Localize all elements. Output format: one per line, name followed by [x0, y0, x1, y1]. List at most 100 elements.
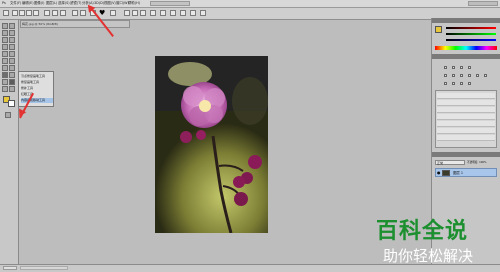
zoom-tool-icon[interactable] — [9, 86, 15, 92]
option-icon[interactable] — [170, 10, 176, 16]
adjustment-icon[interactable] — [444, 82, 447, 85]
history-brush-tool-icon[interactable] — [9, 51, 15, 57]
visibility-eye-icon[interactable]: ● — [437, 170, 441, 175]
menu-image[interactable]: 图像(I) — [34, 1, 44, 6]
panel-header-adjustments[interactable] — [432, 54, 500, 59]
preset-row[interactable] — [437, 100, 495, 106]
adjustment-icon[interactable] — [468, 66, 471, 69]
menu-layer[interactable]: 图层(L) — [46, 1, 57, 6]
option-icon[interactable] — [52, 10, 58, 16]
red-slider[interactable] — [446, 27, 496, 29]
option-icon[interactable] — [160, 10, 166, 16]
preset-row[interactable] — [437, 128, 495, 134]
document-tab[interactable]: 梅花.jpg @ 50% (RGB/8) — [20, 20, 130, 28]
zoom-field[interactable] — [3, 266, 17, 270]
blend-mode-value: 正常 — [437, 161, 444, 165]
eyedropper-tool-icon[interactable] — [9, 37, 15, 43]
preset-row[interactable] — [437, 93, 495, 99]
menu-file[interactable]: 文件(F) — [10, 1, 21, 6]
blend-mode-select[interactable]: 正常 — [435, 160, 465, 165]
adjustment-icon[interactable] — [460, 82, 463, 85]
brush-tool-icon[interactable] — [9, 44, 15, 50]
adjustment-icon[interactable] — [444, 74, 447, 77]
watermark-title: 百科全说 — [376, 219, 469, 244]
menu-window[interactable]: 窗口(W) — [116, 1, 129, 6]
marquee-tool-icon[interactable] — [9, 23, 15, 29]
panel-header-layers[interactable] — [432, 152, 500, 157]
preset-row[interactable] — [437, 107, 495, 113]
adjustment-icon[interactable] — [452, 66, 455, 69]
eraser-tool-icon[interactable] — [2, 58, 8, 64]
adjustment-icon[interactable] — [444, 66, 447, 69]
option-icon[interactable] — [190, 10, 196, 16]
tools-panel — [0, 20, 19, 271]
flyout-item[interactable]: 修补工具 — [21, 86, 53, 91]
color-ramp[interactable] — [435, 46, 497, 50]
intersect-selection-icon[interactable] — [33, 10, 39, 16]
path-select-tool-icon[interactable] — [2, 79, 8, 85]
adjustment-icon[interactable] — [476, 74, 479, 77]
option-icon[interactable] — [80, 10, 86, 16]
add-selection-icon[interactable] — [19, 10, 25, 16]
flyout-item[interactable]: 红眼工具 — [21, 92, 53, 97]
menu-filter[interactable]: 滤镜(T) — [70, 1, 82, 6]
crop-tool-icon[interactable] — [2, 37, 8, 43]
ps-logo[interactable]: Ps — [2, 1, 6, 6]
option-icon[interactable] — [200, 10, 206, 16]
option-icon[interactable] — [132, 10, 138, 16]
pen-tool-icon[interactable] — [2, 72, 8, 78]
flyout-item[interactable]: 修复画笔工具 — [21, 80, 53, 85]
clone-stamp-tool-icon[interactable] — [2, 51, 8, 57]
subtract-selection-icon[interactable] — [26, 10, 32, 16]
preset-row[interactable] — [437, 135, 495, 141]
workspace-controls[interactable] — [150, 1, 190, 6]
move-tool-icon[interactable] — [2, 23, 8, 29]
menu-view[interactable]: 视图(V) — [104, 1, 116, 6]
healing-brush-tool-icon[interactable] — [2, 44, 8, 50]
adjustment-icon[interactable] — [452, 74, 455, 77]
option-icon[interactable] — [140, 10, 146, 16]
menu-select[interactable]: 选择(S) — [58, 1, 70, 6]
panel-header-color[interactable] — [432, 18, 500, 23]
green-slider[interactable] — [446, 33, 496, 35]
heart-shape-icon[interactable]: ♥ — [99, 9, 108, 17]
type-tool-icon[interactable] — [9, 72, 15, 78]
lasso-tool-icon[interactable] — [2, 30, 8, 36]
option-icon[interactable] — [44, 10, 50, 16]
blue-slider[interactable] — [446, 39, 496, 41]
background-color-swatch[interactable] — [8, 100, 15, 107]
gradient-tool-icon[interactable] — [9, 58, 15, 64]
opacity-field[interactable]: 不透明度: 100% — [467, 160, 498, 165]
adjustment-icon[interactable] — [460, 74, 463, 77]
flyout-item-label: 内容感知移动工具 — [21, 98, 46, 102]
shape-dropdown-icon[interactable] — [110, 10, 116, 16]
flyout-item[interactable]: 污点修复画笔工具 — [21, 74, 53, 79]
window-controls[interactable] — [468, 1, 498, 6]
document-canvas[interactable] — [155, 56, 268, 233]
adjustment-icon[interactable] — [484, 74, 487, 77]
color-swatch[interactable] — [435, 26, 442, 33]
option-icon[interactable] — [124, 10, 130, 16]
quick-select-tool-icon[interactable] — [9, 30, 15, 36]
adjustment-icon[interactable] — [468, 74, 471, 77]
quick-mask-icon[interactable] — [5, 112, 11, 118]
option-icon[interactable] — [180, 10, 186, 16]
preset-row[interactable] — [437, 121, 495, 127]
layer-row[interactable]: ● 图层 1 — [435, 168, 497, 177]
option-icon[interactable] — [72, 10, 78, 16]
shape-tool-icon[interactable] — [9, 79, 15, 85]
dodge-tool-icon[interactable] — [9, 65, 15, 71]
blur-tool-icon[interactable] — [2, 65, 8, 71]
option-icon[interactable] — [60, 10, 66, 16]
menu-edit[interactable]: 编辑(E) — [22, 1, 34, 6]
menu-help[interactable]: 帮助(H) — [128, 1, 140, 6]
preset-row[interactable] — [437, 114, 495, 120]
menu-3d[interactable]: 3D(D) — [94, 1, 104, 6]
adjustment-icon[interactable] — [452, 82, 455, 85]
option-icon[interactable] — [150, 10, 156, 16]
hand-tool-icon[interactable] — [2, 86, 8, 92]
adjustment-icon[interactable] — [460, 66, 463, 69]
tool-preset-icon[interactable] — [3, 10, 9, 16]
adjustment-icon[interactable] — [468, 82, 471, 85]
new-selection-icon[interactable] — [12, 10, 18, 16]
